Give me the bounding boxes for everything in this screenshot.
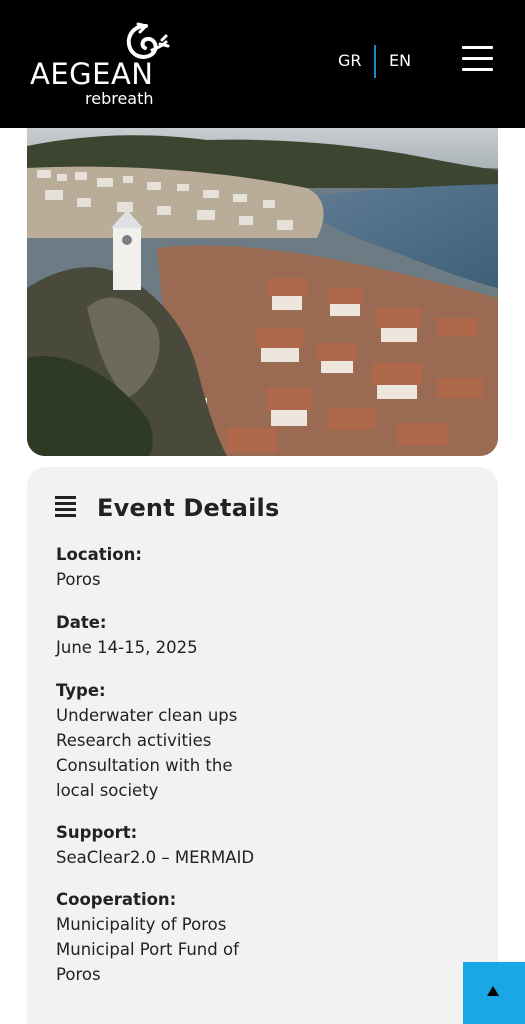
type-field: Type: Underwater clean ups Research acti… (56, 679, 316, 803)
field-value: June 14-15, 2025 (56, 638, 198, 657)
field-value: local society (56, 781, 159, 800)
support-field: Support: SeaClear2.0 – MERMAID (56, 821, 316, 870)
language-gr-link[interactable]: GR (338, 50, 362, 72)
field-value: Poros (56, 570, 101, 589)
field-value: Poros (56, 965, 101, 984)
cooperation-field: Cooperation: Municipality of Poros Munic… (56, 888, 316, 987)
aegean-rebreath-logo[interactable]: AEGEAN rebreath (28, 18, 178, 114)
date-field: Date: June 14-15, 2025 (56, 611, 316, 660)
logo-subtitle: rebreath (85, 89, 154, 108)
arrow-up-icon (487, 986, 499, 996)
field-value: Underwater clean ups (56, 706, 238, 725)
aerial-town-bay-photo (27, 128, 498, 456)
field-label: Type: (56, 681, 106, 700)
field-value: Municipal Port Fund of (56, 940, 239, 959)
location-field: Location: Poros (56, 543, 316, 592)
event-details-title: Event Details (97, 494, 280, 522)
scroll-to-top-button[interactable] (463, 962, 525, 1024)
field-value: Research activities (56, 731, 212, 750)
language-en-link[interactable]: EN (389, 50, 411, 72)
field-value: Municipality of Poros (56, 915, 227, 934)
field-label: Location: (56, 545, 142, 564)
event-details-card: Event Details Location: Poros Date: June… (27, 467, 498, 1024)
field-label: Date: (56, 613, 107, 632)
hamburger-menu-icon[interactable] (460, 44, 496, 74)
language-separator (374, 45, 376, 78)
site-header: AEGEAN rebreath GR EN (0, 0, 525, 128)
list-icon (55, 496, 77, 517)
field-label: Cooperation: (56, 890, 177, 909)
logo-word: AEGEAN (30, 57, 154, 91)
field-label: Support: (56, 823, 138, 842)
field-value: Consultation with the (56, 756, 233, 775)
field-value: SeaClear2.0 – MERMAID (56, 848, 255, 867)
